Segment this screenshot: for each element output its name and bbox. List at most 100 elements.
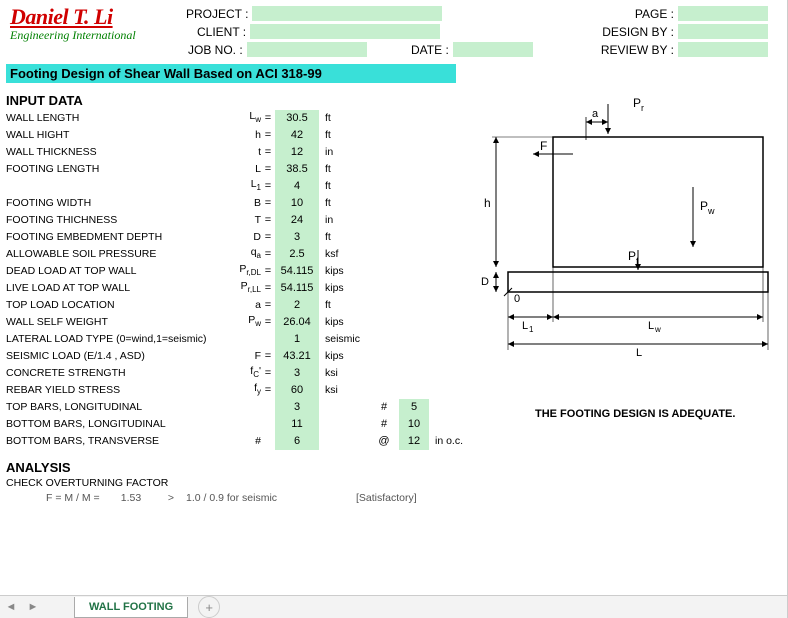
input-unit: in: [319, 212, 369, 229]
section-title: Footing Design of Shear Wall Based on AC…: [6, 64, 456, 83]
input-desc: ALLOWABLE SOIL PRESSURE: [6, 246, 221, 263]
input-value[interactable]: 26.04: [275, 314, 319, 331]
input-symbol: T: [221, 212, 261, 229]
input-value[interactable]: 10: [275, 195, 319, 212]
input-desc: WALL HIGHT: [6, 127, 221, 144]
input-value[interactable]: 24: [275, 212, 319, 229]
svg-text:0: 0: [514, 293, 520, 305]
input-desc: WALL SELF WEIGHT: [6, 314, 221, 331]
input-symbol: L1: [221, 176, 261, 196]
input-value[interactable]: 43.21: [275, 348, 319, 365]
input-symbol: fy: [221, 380, 261, 400]
input-value[interactable]: 4: [275, 178, 319, 195]
sheet-tab-bar: ◄ ► WALL FOOTING +: [0, 595, 787, 618]
designby-label: DESIGN BY :: [584, 25, 674, 39]
input-unit: kips: [319, 348, 369, 365]
equals-sign: =: [261, 178, 275, 195]
svg-text:f: f: [636, 256, 639, 266]
project-value[interactable]: [252, 6, 442, 21]
add-sheet-icon[interactable]: +: [198, 596, 220, 618]
input-value[interactable]: 30.5: [275, 110, 319, 127]
designby-value[interactable]: [678, 24, 768, 39]
equals-sign: =: [261, 297, 275, 314]
input-symbol: B: [221, 195, 261, 212]
page-value[interactable]: [678, 6, 768, 21]
equals-sign: =: [261, 348, 275, 365]
analysis-formula: F = M / M =: [6, 492, 106, 507]
logo-name: Daniel T. Li: [10, 4, 136, 30]
input-desc: BOTTOM BARS, TRANSVERSE: [6, 433, 221, 450]
input-value[interactable]: 2: [275, 297, 319, 314]
input-unit: ft: [319, 229, 369, 246]
input-unit: ft: [319, 127, 369, 144]
equals-sign: =: [261, 212, 275, 229]
bar-size-value[interactable]: 5: [399, 399, 429, 416]
equals-sign: =: [261, 110, 275, 127]
analysis-comparator: >: [156, 492, 186, 507]
input-value[interactable]: 3: [275, 229, 319, 246]
input-value[interactable]: 42: [275, 127, 319, 144]
page-label: PAGE :: [584, 7, 674, 21]
tab-next-icon[interactable]: ►: [22, 596, 44, 618]
input-unit: ft: [319, 178, 369, 195]
input-unit: kips: [319, 314, 369, 331]
input-unit: kips: [319, 263, 369, 280]
input-value[interactable]: 1: [275, 331, 319, 348]
equals-sign: =: [261, 365, 275, 382]
bar-size-symbol: #: [369, 416, 399, 433]
equals-sign: =: [261, 263, 275, 280]
input-value[interactable]: 54.115: [275, 280, 319, 297]
input-desc: LATERAL LOAD TYPE (0=wind,1=seismic): [6, 331, 221, 348]
input-desc: TOP LOAD LOCATION: [6, 297, 221, 314]
date-value[interactable]: [453, 42, 533, 57]
input-symbol: Pw: [221, 312, 261, 332]
input-unit: ft: [319, 110, 369, 127]
header-block: Daniel T. Li Engineering International P…: [6, 4, 781, 64]
input-value[interactable]: 3: [275, 399, 319, 416]
input-value[interactable]: 2.5: [275, 246, 319, 263]
jobno-value[interactable]: [247, 42, 367, 57]
equals-sign: =: [261, 144, 275, 161]
reviewby-value[interactable]: [678, 42, 768, 57]
client-value[interactable]: [250, 24, 440, 39]
input-symbol: D: [221, 229, 261, 246]
svg-text:P: P: [633, 96, 641, 110]
svg-text:P: P: [700, 199, 708, 213]
input-value[interactable]: 60: [275, 382, 319, 399]
equals-sign: =: [261, 127, 275, 144]
svg-text:L: L: [636, 347, 642, 359]
equals-sign: =: [261, 382, 275, 399]
svg-text:h: h: [484, 196, 491, 210]
input-unit: seismic: [319, 331, 369, 348]
client-label: CLIENT :: [197, 25, 246, 39]
input-value[interactable]: 3: [275, 365, 319, 382]
equals-sign: =: [261, 195, 275, 212]
input-desc: BOTTOM BARS, LONGITUDINAL: [6, 416, 221, 433]
input-value[interactable]: 11: [275, 416, 319, 433]
input-desc: FOOTING WIDTH: [6, 195, 221, 212]
svg-text:w: w: [707, 206, 715, 216]
input-desc: DEAD LOAD AT TOP WALL: [6, 263, 221, 280]
input-value[interactable]: 12: [275, 144, 319, 161]
tab-prev-icon[interactable]: ◄: [0, 596, 22, 618]
equals-sign: =: [261, 229, 275, 246]
equals-sign: =: [261, 161, 275, 178]
input-desc: FOOTING EMBEDMENT DEPTH: [6, 229, 221, 246]
input-symbol: h: [221, 127, 261, 144]
input-value[interactable]: 54.115: [275, 263, 319, 280]
input-symbol: F: [221, 348, 261, 365]
reviewby-label: REVIEW BY :: [584, 43, 674, 57]
bar-size-value[interactable]: 12: [399, 433, 429, 450]
input-unit: in: [319, 144, 369, 161]
svg-text:1: 1: [529, 325, 534, 334]
input-value[interactable]: 6: [275, 433, 319, 450]
footing-diagram: Pr a F Pw h Pf D 0: [478, 92, 778, 372]
bar-size-symbol: #: [369, 399, 399, 416]
input-desc: LIVE LOAD AT TOP WALL: [6, 280, 221, 297]
input-value[interactable]: 38.5: [275, 161, 319, 178]
svg-text:P: P: [628, 249, 636, 263]
bar-size-value[interactable]: 10: [399, 416, 429, 433]
svg-text:w: w: [654, 325, 661, 334]
svg-text:L: L: [522, 320, 528, 332]
tab-wall-footing[interactable]: WALL FOOTING: [74, 597, 188, 618]
